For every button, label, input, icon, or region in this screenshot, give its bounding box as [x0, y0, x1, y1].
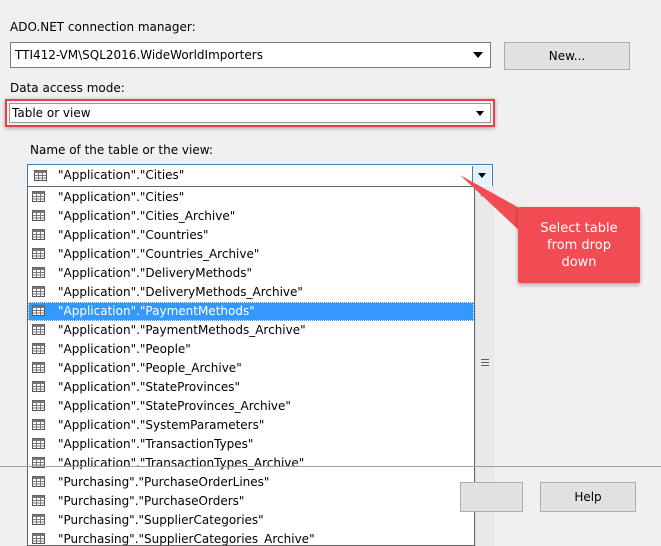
list-item[interactable]: "Application"."Cities" [28, 188, 474, 207]
list-item-label: "Application"."Cities_Archive" [58, 209, 236, 223]
table-grid-icon [32, 267, 45, 278]
list-item-label: "Application"."StateProvinces" [58, 380, 241, 394]
data-access-mode-combo[interactable]: Table or view [9, 103, 491, 123]
table-dropdown-list[interactable]: "Application"."Cities" "Application"."Cit… [27, 186, 475, 546]
chevron-down-icon[interactable] [471, 105, 489, 121]
data-access-mode-label: Data access mode: [10, 81, 125, 95]
list-item[interactable]: "Application"."Cities_Archive" [28, 207, 474, 226]
table-grid-icon [32, 476, 45, 487]
table-grid-icon [32, 248, 45, 259]
list-item-label: "Application"."PaymentMethods_Archive" [58, 323, 306, 337]
list-item[interactable]: "Purchasing"."SupplierCategories_Archive… [28, 530, 474, 546]
table-grid-icon [32, 419, 45, 430]
list-item[interactable]: "Application"."DeliveryMethods" [28, 264, 474, 283]
list-item-label: "Purchasing"."PurchaseOrderLines" [58, 475, 270, 489]
table-grid-icon [32, 514, 45, 525]
table-grid-icon [32, 229, 45, 240]
list-item[interactable]: "Purchasing"."PurchaseOrders" [28, 492, 474, 511]
table-grid-icon [32, 305, 45, 316]
table-grid-icon [32, 438, 45, 449]
list-item-label: "Application"."DeliveryMethods_Archive" [58, 285, 303, 299]
list-item[interactable]: "Application"."TransactionTypes" [28, 435, 474, 454]
table-grid-icon [32, 324, 45, 335]
table-name-combo[interactable]: "Application"."Cities" [27, 164, 493, 187]
table-grid-icon [34, 170, 47, 181]
callout-note: Select table from drop down [518, 207, 640, 283]
table-grid-icon [32, 286, 45, 297]
connection-manager-combo[interactable]: TTI412-VM\SQL2016.WideWorldImporters [10, 42, 491, 68]
table-grid-icon [32, 210, 45, 221]
list-item[interactable]: "Application"."People" [28, 340, 474, 359]
table-name-value: "Application"."Cities" [58, 168, 185, 182]
list-item[interactable]: "Application"."DeliveryMethods_Archive" [28, 283, 474, 302]
ok-button[interactable] [460, 482, 523, 512]
new-connection-button[interactable]: New... [504, 42, 630, 70]
chevron-down-icon[interactable] [467, 44, 489, 66]
scroll-grip-icon[interactable] [481, 358, 489, 367]
list-item[interactable]: "Application"."SystemParameters" [28, 416, 474, 435]
list-item-label: "Application"."SystemParameters" [58, 418, 265, 432]
list-item-label: "Purchasing"."PurchaseOrders" [58, 494, 245, 508]
list-item[interactable]: "Application"."StateProvinces_Archive" [28, 397, 474, 416]
connection-manager-label: ADO.NET connection manager: [10, 20, 196, 34]
table-grid-icon [32, 362, 45, 373]
list-item-label: "Application"."TransactionTypes" [58, 437, 254, 451]
list-item-label: "Application"."People" [58, 342, 191, 356]
list-item-label: "Purchasing"."SupplierCategories_Archive… [58, 532, 315, 546]
list-item-label: "Application"."Countries_Archive" [58, 247, 260, 261]
list-item-label: "Application"."TransactionTypes_Archive" [58, 456, 305, 470]
data-access-mode-value: Table or view [12, 106, 91, 120]
table-name-label: Name of the table or the view: [30, 143, 213, 157]
list-item[interactable]: "Application"."Countries_Archive" [28, 245, 474, 264]
list-item[interactable]: "Application"."PaymentMethods_Archive" [28, 321, 474, 340]
list-item-label: "Application"."PaymentMethods" [58, 304, 255, 318]
list-item-label: "Application"."People_Archive" [58, 361, 242, 375]
list-item-label: "Purchasing"."SupplierCategories" [58, 513, 264, 527]
list-item[interactable]: "Application"."StateProvinces" [28, 378, 474, 397]
table-grid-icon [32, 495, 45, 506]
list-item-label: "Application"."StateProvinces_Archive" [58, 399, 291, 413]
list-item[interactable]: "Application"."TransactionTypes_Archive" [28, 454, 474, 473]
list-item-label: "Application"."Countries" [58, 228, 209, 242]
callout-text: Select table from drop down [540, 220, 618, 270]
table-grid-icon [32, 533, 45, 544]
list-item[interactable]: "Purchasing"."SupplierCategories" [28, 511, 474, 530]
table-grid-icon [32, 400, 45, 411]
list-item[interactable]: "Application"."PaymentMethods" [28, 302, 474, 321]
table-grid-icon [32, 381, 45, 392]
help-button[interactable]: Help [540, 482, 636, 512]
list-item[interactable]: "Application"."Countries" [28, 226, 474, 245]
table-grid-icon [32, 191, 45, 202]
footer-divider [0, 466, 661, 467]
list-item[interactable]: "Application"."People_Archive" [28, 359, 474, 378]
list-item-label: "Application"."DeliveryMethods" [58, 266, 253, 280]
list-item[interactable]: "Purchasing"."PurchaseOrderLines" [28, 473, 474, 492]
connection-manager-value: TTI412-VM\SQL2016.WideWorldImporters [15, 48, 263, 62]
list-item-label: "Application"."Cities" [58, 190, 185, 204]
table-grid-icon [32, 343, 45, 354]
